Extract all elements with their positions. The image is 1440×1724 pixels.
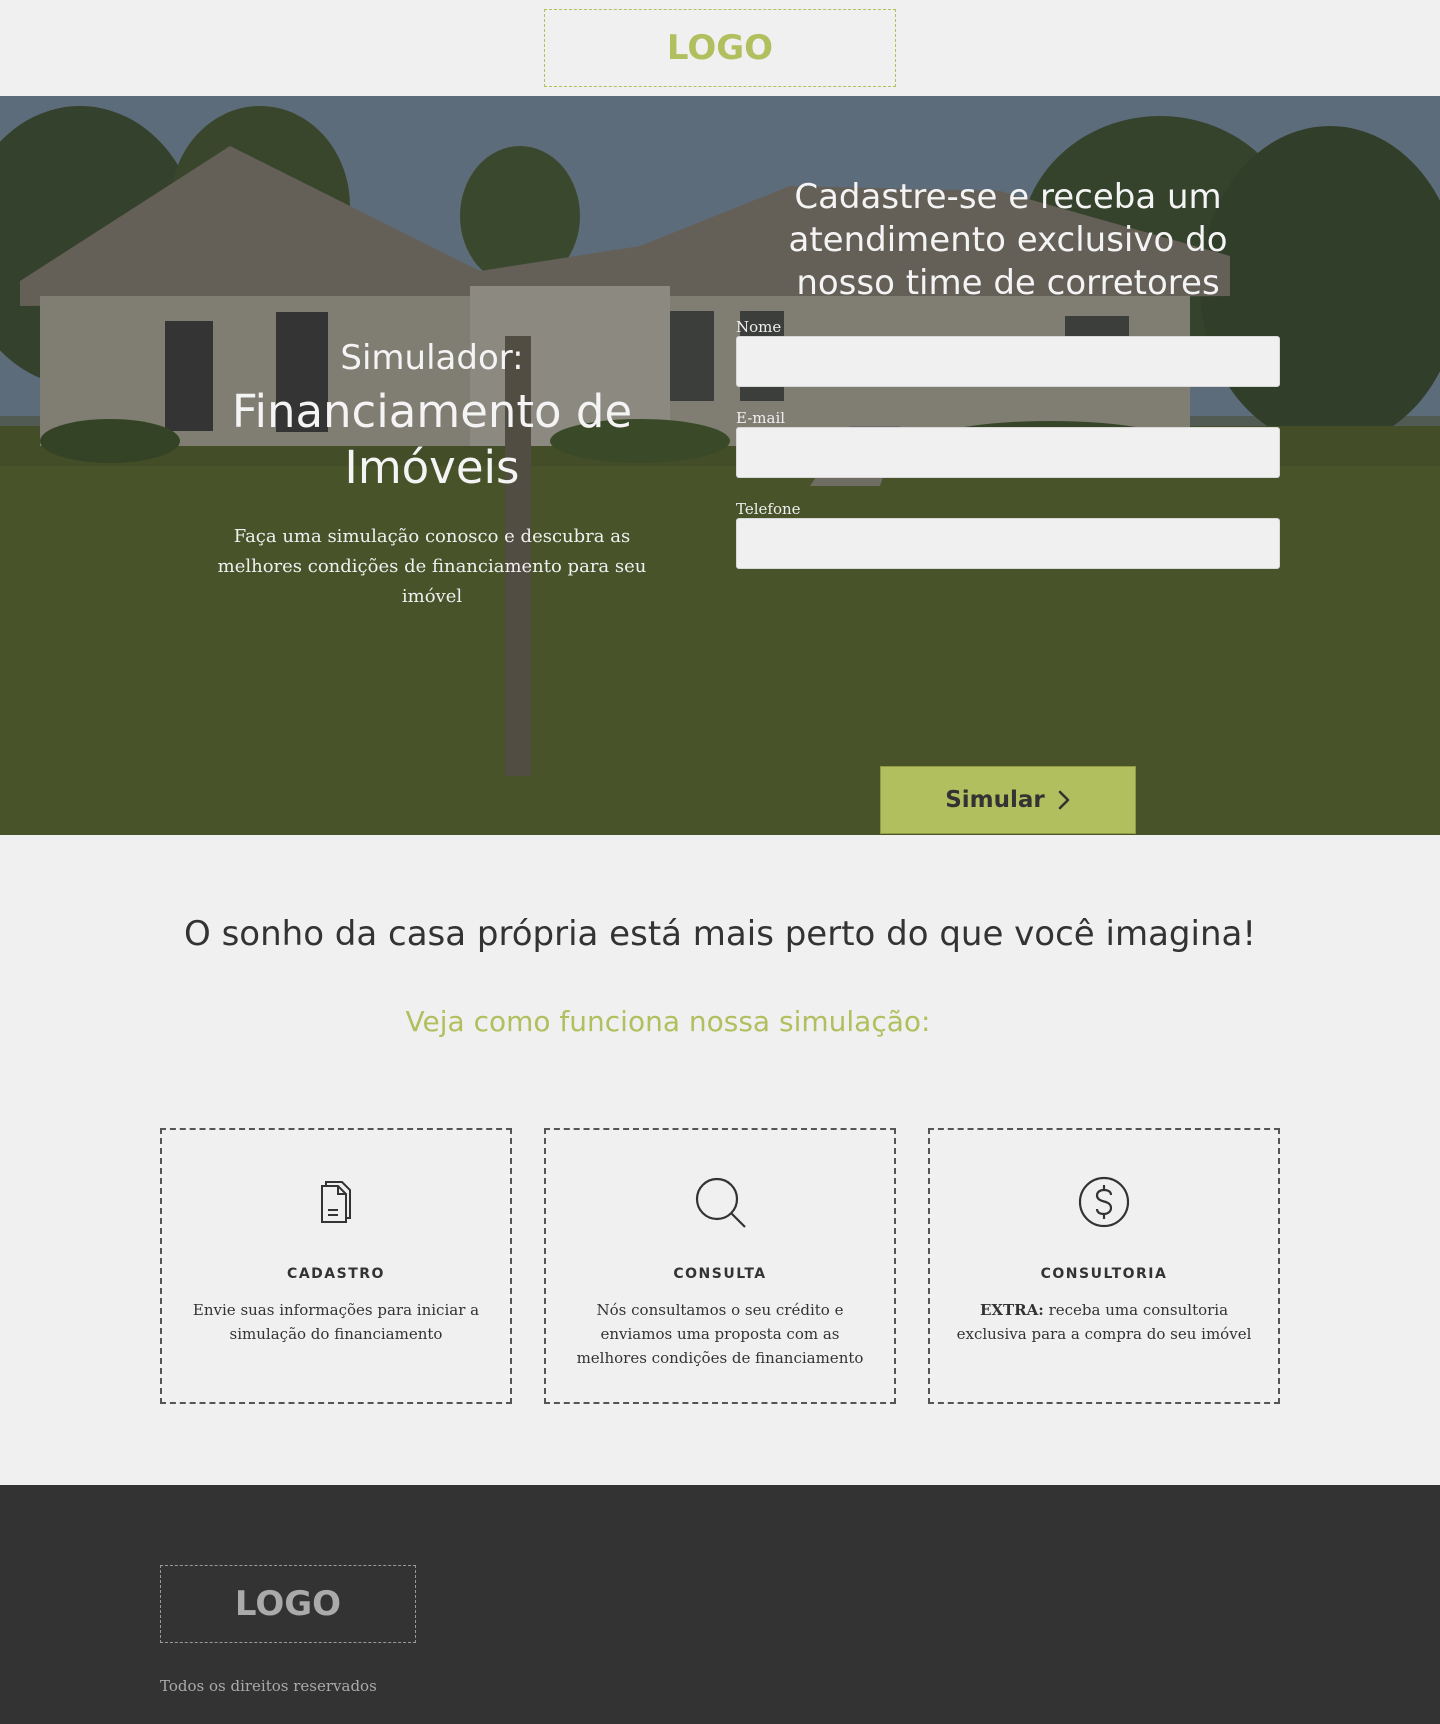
email-input[interactable] <box>736 427 1280 478</box>
hero-intro: Simulador: Financiamento de Imóveis Faça… <box>190 338 674 612</box>
name-label: Nome <box>736 318 782 336</box>
hero-subtitle: Faça uma simulação conosco e descubra as… <box>217 526 647 607</box>
steps-cards: CADASTRO Envie suas informações para ini… <box>160 1128 1280 1404</box>
section-subheading: Veja como funciona nossa simulação: <box>405 1005 931 1038</box>
signup-form: Cadastre-se e receba um atendimento excl… <box>736 176 1280 834</box>
hero-pre-title: Simulador: <box>340 338 524 378</box>
dollar-icon <box>1078 1176 1130 1228</box>
email-label: E-mail <box>736 409 786 427</box>
header: LOGO <box>0 0 1440 96</box>
field-spacer <box>736 387 1280 409</box>
phone-input[interactable] <box>736 518 1280 569</box>
field-spacer <box>736 478 1280 500</box>
card-text: Nós consultamos o seu crédito e enviamos… <box>576 1301 864 1367</box>
card-cadastro: CADASTRO Envie suas informações para ini… <box>160 1128 512 1404</box>
footer-logo[interactable]: LOGO <box>160 1565 416 1643</box>
card-consultoria: CONSULTORIA EXTRA: receba uma consultori… <box>928 1128 1280 1404</box>
footer-copyright: Todos os direitos reservados <box>160 1677 377 1695</box>
search-icon <box>695 1177 746 1228</box>
hero-section: Simulador: Financiamento de Imóveis Faça… <box>0 96 1440 835</box>
phone-label: Telefone <box>736 500 801 518</box>
header-logo[interactable]: LOGO <box>544 9 896 87</box>
card-consulta: CONSULTA Nós consultamos o seu crédito e… <box>544 1128 896 1404</box>
card-title: CONSULTA <box>673 1266 767 1282</box>
simulate-button-label: Simular <box>945 787 1045 813</box>
card-title: CADASTRO <box>287 1266 385 1282</box>
form-title: Cadastre-se e receba um atendimento excl… <box>788 177 1228 303</box>
card-text: Envie suas informações para iniciar a si… <box>192 1301 480 1343</box>
card-text-bold: EXTRA: <box>979 1301 1044 1319</box>
card-title: CONSULTORIA <box>1040 1266 1168 1282</box>
section-heading: O sonho da casa própria está mais perto … <box>184 914 1256 954</box>
simulate-button[interactable]: Simular <box>880 766 1136 834</box>
hero-title: Financiamento de Imóveis <box>231 385 633 494</box>
document-icon <box>321 1181 351 1223</box>
card-text: EXTRA: receba uma consultoria exclusiva … <box>948 1298 1260 1346</box>
chevron-right-icon <box>1058 790 1070 810</box>
name-input[interactable] <box>736 336 1280 387</box>
footer: LOGO Todos os direitos reservados <box>0 1485 1440 1724</box>
